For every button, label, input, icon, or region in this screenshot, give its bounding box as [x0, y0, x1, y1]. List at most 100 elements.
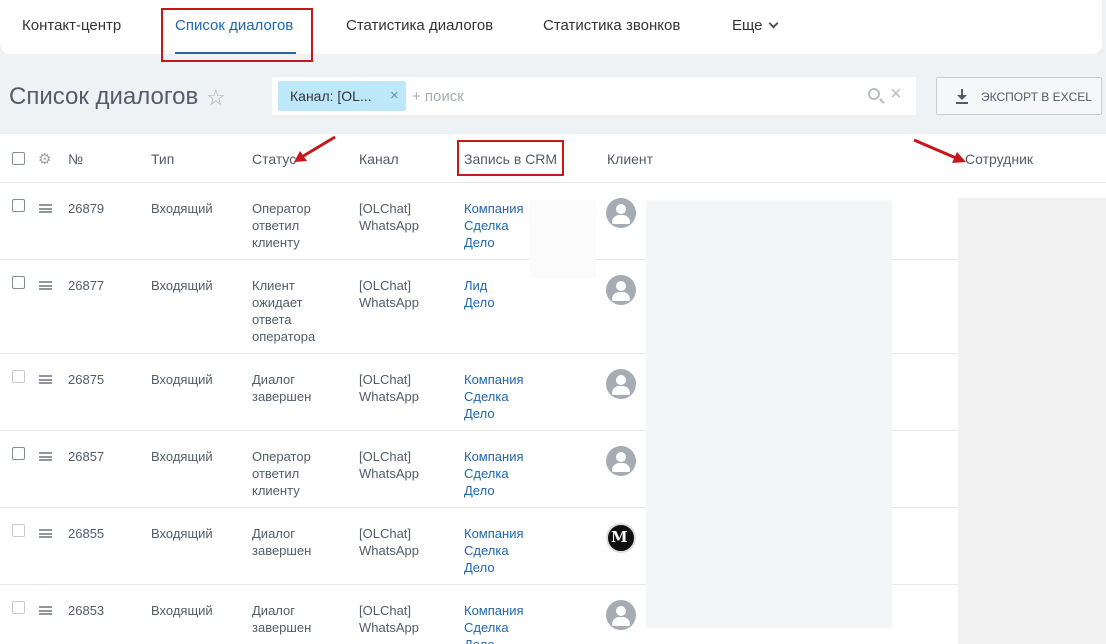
column-header-type[interactable]: Тип	[151, 151, 174, 167]
nav-item-contact-center[interactable]: Контакт-центр	[22, 17, 121, 34]
crm-link-company[interactable]: Компания	[464, 200, 524, 217]
cell-status: Диалог завершен	[252, 372, 312, 404]
filter-chip-label: Канал: [OL...	[290, 88, 372, 104]
annotation-arrow-icon	[294, 135, 336, 162]
drag-handle-icon[interactable]	[39, 606, 52, 615]
cell-channel: [OLChat] WhatsApp	[359, 526, 419, 558]
close-icon[interactable]: ×	[390, 87, 399, 104]
cell-crm: Лид Дело	[464, 277, 495, 311]
crm-link-activity[interactable]: Дело	[464, 234, 524, 251]
cell-crm: Компания Сделка Дело	[464, 602, 524, 644]
filter-chip[interactable]: Канал: [OL... ×	[278, 81, 406, 111]
cell-number: 26875	[68, 372, 105, 387]
nav-item-call-stats[interactable]: Статистика звонков	[543, 17, 680, 34]
crm-link-company[interactable]: Компания	[464, 448, 524, 465]
crm-link-company[interactable]: Компания	[464, 525, 524, 542]
drag-handle-icon[interactable]	[39, 281, 52, 290]
cell-channel: [OLChat] WhatsApp	[359, 603, 419, 635]
clear-icon[interactable]: ×	[890, 83, 902, 106]
star-icon[interactable]: ☆	[206, 85, 226, 111]
crm-link-activity[interactable]: Дело	[464, 294, 495, 311]
page-title: Список диалогов	[9, 83, 199, 110]
crm-link-deal[interactable]: Сделка	[464, 619, 524, 636]
cell-channel: [OLChat] WhatsApp	[359, 278, 419, 310]
annotation-highlight-box	[161, 8, 313, 62]
cell-type: Входящий	[151, 201, 213, 216]
crm-link-activity[interactable]: Дело	[464, 482, 524, 499]
cell-status: Клиент ожидает ответа оператора	[252, 278, 316, 344]
table-row[interactable]: 26875 Входящий Диалог завершен [OLChat] …	[0, 354, 1106, 431]
column-header-channel[interactable]: Канал	[359, 151, 399, 167]
select-all-checkbox[interactable]	[12, 152, 25, 165]
cell-channel: [OLChat] WhatsApp	[359, 449, 419, 481]
crm-link-activity[interactable]: Дело	[464, 405, 524, 422]
drag-handle-icon[interactable]	[39, 529, 52, 538]
cell-status: Диалог завершен	[252, 526, 312, 558]
cell-channel: [OLChat] WhatsApp	[359, 372, 419, 404]
search-icon[interactable]	[868, 88, 880, 100]
crm-link-deal[interactable]: Сделка	[464, 388, 524, 405]
row-checkbox[interactable]	[12, 276, 25, 289]
chevron-down-icon	[768, 18, 778, 29]
avatar[interactable]	[606, 275, 636, 305]
drag-handle-icon[interactable]	[39, 204, 52, 213]
cell-type: Входящий	[151, 603, 213, 618]
cell-number: 26857	[68, 449, 105, 464]
cell-crm: Компания Сделка Дело	[464, 200, 524, 251]
cell-channel: [OLChat] WhatsApp	[359, 201, 419, 233]
logo-icon: M	[611, 528, 628, 546]
cell-number: 26879	[68, 201, 105, 216]
avatar[interactable]	[606, 446, 636, 476]
cell-crm: Компания Сделка Дело	[464, 448, 524, 499]
crm-link-company[interactable]: Компания	[464, 371, 524, 388]
nav-more-label: Еще	[732, 17, 763, 34]
row-checkbox[interactable]	[12, 370, 25, 383]
crm-link-deal[interactable]: Сделка	[464, 465, 524, 482]
drag-handle-icon[interactable]	[39, 452, 52, 461]
crm-link-activity[interactable]: Дело	[464, 636, 524, 644]
cell-crm: Компания Сделка Дело	[464, 371, 524, 422]
redacted-client-names	[646, 200, 892, 628]
table-row[interactable]: 26857 Входящий Оператор ответил клиенту …	[0, 431, 1106, 508]
avatar[interactable]	[606, 198, 636, 228]
column-header-employee[interactable]: Сотрудник	[965, 151, 1033, 167]
export-excel-button[interactable]: ЭКСПОРТ В EXCEL	[936, 77, 1102, 115]
crm-link-activity[interactable]: Дело	[464, 559, 524, 576]
table-row[interactable]: 26855 Входящий Диалог завершен [OLChat] …	[0, 508, 1106, 585]
crm-link-deal[interactable]: Сделка	[464, 217, 524, 234]
annotation-highlight-box	[457, 140, 564, 176]
crm-link-company[interactable]: Компания	[464, 602, 524, 619]
cell-number: 26855	[68, 526, 105, 541]
redacted-employee-names	[958, 198, 1106, 644]
search-input[interactable]	[412, 85, 852, 107]
avatar[interactable]: M	[606, 523, 636, 553]
nav-item-more[interactable]: Еще	[732, 17, 778, 34]
avatar[interactable]	[606, 600, 636, 630]
nav-item-dialog-stats[interactable]: Статистика диалогов	[346, 17, 493, 34]
row-checkbox[interactable]	[12, 601, 25, 614]
cell-crm: Компания Сделка Дело	[464, 525, 524, 576]
row-checkbox[interactable]	[12, 524, 25, 537]
cell-status: Оператор ответил клиенту	[252, 201, 311, 250]
redacted-area	[530, 200, 596, 278]
filter-search-bar[interactable]: Канал: [OL... × ×	[272, 77, 916, 115]
crm-link-deal[interactable]: Сделка	[464, 542, 524, 559]
annotation-arrow-icon	[913, 138, 966, 163]
export-button-label: ЭКСПОРТ В EXCEL	[981, 90, 1092, 104]
cell-number: 26877	[68, 278, 105, 293]
download-icon	[956, 89, 968, 104]
drag-handle-icon[interactable]	[39, 375, 52, 384]
column-header-number[interactable]: №	[68, 151, 83, 167]
gear-icon[interactable]: ⚙	[38, 150, 51, 168]
column-header-client[interactable]: Клиент	[607, 151, 653, 167]
row-checkbox[interactable]	[12, 199, 25, 212]
row-checkbox[interactable]	[12, 447, 25, 460]
crm-link-lead[interactable]: Лид	[464, 277, 495, 294]
cell-number: 26853	[68, 603, 105, 618]
cell-type: Входящий	[151, 278, 213, 293]
table-row[interactable]: 26853 Входящий Диалог завершен [OLChat] …	[0, 585, 1106, 644]
cell-status: Диалог завершен	[252, 603, 312, 635]
cell-type: Входящий	[151, 372, 213, 387]
cell-type: Входящий	[151, 526, 213, 541]
avatar[interactable]	[606, 369, 636, 399]
